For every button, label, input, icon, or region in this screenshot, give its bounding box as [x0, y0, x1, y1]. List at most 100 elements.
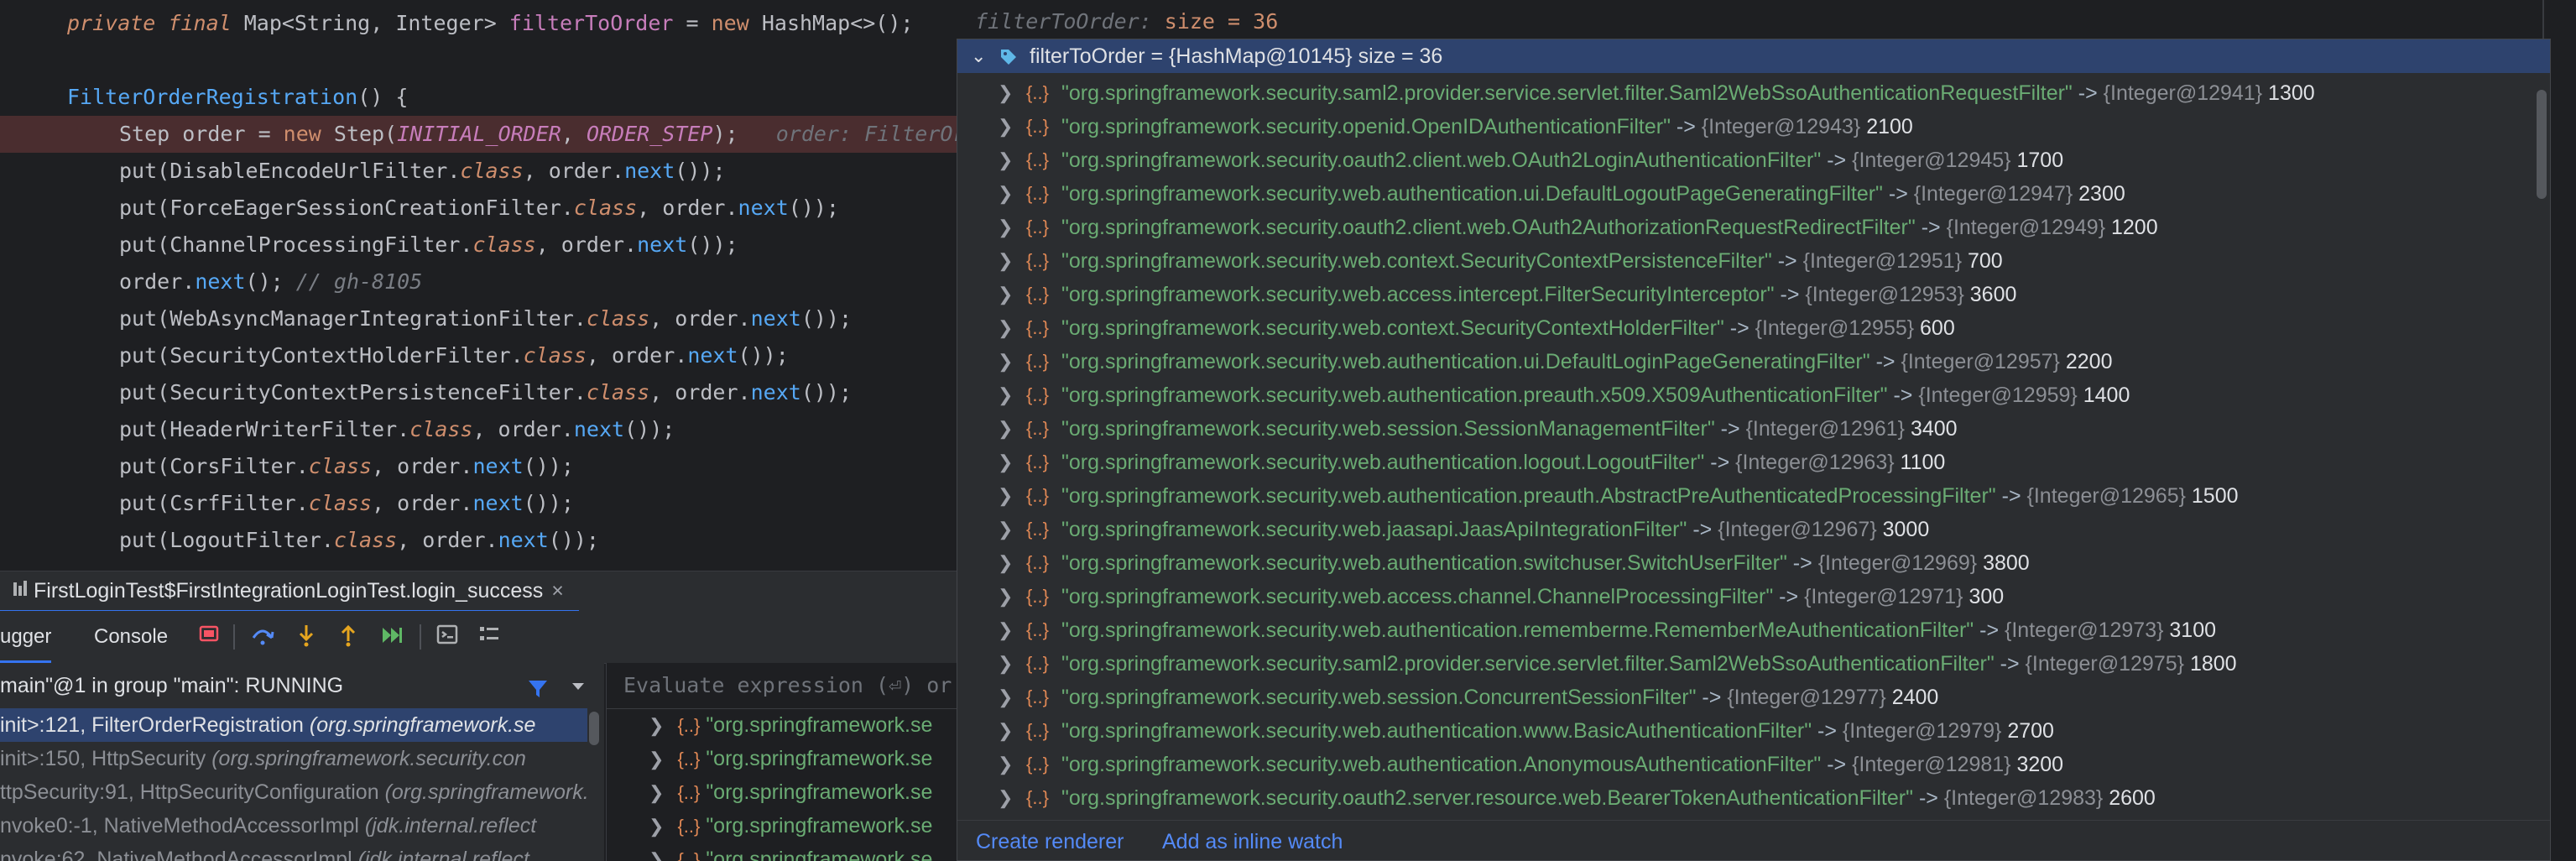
chevron-right-icon[interactable]: ❯	[998, 244, 1013, 278]
map-entry-row[interactable]: ❯ {..} "org.springframework.security.web.a…	[957, 546, 2526, 580]
map-entry-row[interactable]: ❯ {..} "org.springframework.security.oauth…	[957, 211, 2526, 244]
chevron-right-icon[interactable]: ❯	[649, 749, 664, 770]
add-inline-watch-link[interactable]: Add as inline watch	[1162, 829, 1343, 854]
chevron-right-icon[interactable]: ❯	[998, 412, 1013, 446]
frame-method: init>:121, FilterOrderRegistration	[0, 713, 310, 737]
code-line[interactable]: put(SecurityContextPersistenceFilter.cla…	[0, 374, 957, 411]
code-editor[interactable]: private final Map<String, Integer> filte…	[0, 0, 957, 571]
step-over-icon[interactable]	[248, 623, 277, 651]
evaluate-expression-icon[interactable]	[433, 623, 461, 651]
step-into-icon[interactable]	[292, 623, 321, 651]
map-entry-row[interactable]: ❯ {..} "org.springframework.security.web.a…	[957, 446, 2526, 479]
code-line[interactable]: put(DisableEncodeUrlFilter.class, order.…	[0, 153, 957, 190]
map-entry-row[interactable]: ❯ {..} "org.springframework.security.web.a…	[957, 479, 2526, 513]
map-entry-row[interactable]: ❯ {..} "org.springframework.security.web.a…	[957, 345, 2526, 378]
map-entry-row[interactable]: ❯ {..} "org.springframework.security.web.j…	[957, 513, 2526, 546]
map-entry-row[interactable]: ❯ {..} "org.springframework.security.web.a…	[957, 278, 2526, 311]
code-token: ());	[738, 343, 789, 368]
chevron-right-icon[interactable]: ❯	[998, 345, 1013, 378]
chevron-right-icon[interactable]: ❯	[998, 613, 1013, 647]
map-entry-row[interactable]: ❯ {..} "org.springframework.security.web.s…	[957, 412, 2526, 446]
variable-row[interactable]: ❯ {..} "org.springframework.se	[649, 809, 932, 843]
chevron-right-icon[interactable]: ❯	[998, 311, 1013, 345]
entry-value: 2100	[1866, 115, 1913, 138]
chevron-right-icon[interactable]: ❯	[998, 378, 1013, 412]
map-entry-row[interactable]: ❯ {..} "org.springframework.security.openi…	[957, 110, 2526, 144]
code-line[interactable]: Step order = new Step(INITIAL_ORDER, ORD…	[0, 116, 957, 153]
stack-frame[interactable]: init>:150, HttpSecurity (org.springframe…	[0, 742, 587, 775]
evaluate-expression-input[interactable]: Evaluate expression (⏎) or	[607, 663, 957, 709]
map-entry-row[interactable]: ❯ {..} "org.springframework.security.web.a…	[957, 580, 2526, 613]
step-out-icon[interactable]	[334, 623, 362, 651]
run-to-cursor-icon[interactable]	[378, 623, 406, 651]
tab-console[interactable]: Console	[94, 611, 168, 663]
stack-frame[interactable]: ttpSecurity:91, HttpSecurityConfiguratio…	[0, 775, 587, 809]
code-line[interactable]: put(CsrfFilter.class, order.next());	[0, 485, 957, 522]
chevron-right-icon[interactable]: ❯	[649, 782, 664, 803]
chevron-right-icon[interactable]: ❯	[649, 715, 664, 736]
variable-row[interactable]: ❯ {..} "org.springframework.se	[649, 742, 932, 775]
code-line[interactable]: put(SecurityContextHolderFilter.class, o…	[0, 337, 957, 374]
code-line[interactable]: put(HeaderWriterFilter.class, order.next…	[0, 411, 957, 448]
layout-icon[interactable]	[195, 623, 223, 651]
chevron-right-icon[interactable]: ❯	[649, 816, 664, 837]
code-line[interactable]: private final Map<String, Integer> filte…	[0, 5, 957, 42]
stack-frame[interactable]: nvoke:62, NativeMethodAccessorImpl (jdk.…	[0, 843, 587, 861]
scrollbar[interactable]	[589, 712, 599, 745]
list-settings-icon[interactable]	[475, 623, 503, 651]
code-line[interactable]: order.next(); // gh-8105	[0, 264, 957, 300]
map-entry-row[interactable]: ❯ {..} "org.springframework.security.web.a…	[957, 748, 2526, 781]
map-entry-row[interactable]: ❯ {..} "org.springframework.security.saml2…	[957, 76, 2526, 110]
chevron-right-icon[interactable]: ❯	[998, 546, 1013, 580]
map-entry-row[interactable]: ❯ {..} "org.springframework.security.oauth…	[957, 781, 2526, 815]
code-line[interactable]: put(CorsFilter.class, order.next());	[0, 448, 957, 485]
code-line[interactable]: put(ForceEagerSessionCreationFilter.clas…	[0, 190, 957, 227]
code-line[interactable]: put(ChannelProcessingFilter.class, order…	[0, 227, 957, 264]
chevron-right-icon[interactable]: ❯	[998, 446, 1013, 479]
code-line[interactable]: put(LogoutFilter.class, order.next());	[0, 522, 957, 559]
close-icon[interactable]: ×	[551, 579, 564, 603]
object-icon: {..}	[1026, 787, 1049, 808]
code-line[interactable]	[0, 42, 957, 79]
map-entry-row[interactable]: ❯ {..} "org.springframework.security.web.a…	[957, 378, 2526, 412]
map-entry-row[interactable]: ❯ {..} "org.springframework.security.web.a…	[957, 613, 2526, 647]
variable-row[interactable]: ❯ {..} "org.springframework.se	[649, 708, 932, 742]
map-entry-row[interactable]: ❯ {..} "org.springframework.security.saml2…	[957, 647, 2526, 681]
map-entry-row[interactable]: ❯ {..} "org.springframework.security.web.s…	[957, 681, 2526, 714]
debug-session-tab[interactable]: FirstLoginTest$FirstIntegrationLoginTest…	[0, 571, 579, 613]
entry-key: "org.springframework.security.web.authen…	[1061, 551, 1787, 575]
code-line[interactable]: put(WebAsyncManagerIntegrationFilter.cla…	[0, 300, 957, 337]
chevron-right-icon[interactable]: ❯	[998, 76, 1013, 110]
variable-row[interactable]: ❯ {..} "org.springframework.se	[649, 775, 932, 809]
chevron-right-icon[interactable]: ❯	[998, 278, 1013, 311]
map-entry-row[interactable]: ❯ {..} "org.springframework.security.web.a…	[957, 714, 2526, 748]
map-entry-row[interactable]: ❯ {..} "org.springframework.security.web.c…	[957, 311, 2526, 345]
chevron-right-icon[interactable]: ❯	[649, 849, 664, 861]
popup-root-row[interactable]: ⌄ filterToOrder = {HashMap@10145} size =…	[957, 39, 2550, 73]
scrollbar[interactable]	[2537, 90, 2547, 199]
chevron-right-icon[interactable]: ❯	[998, 479, 1013, 513]
stack-frame[interactable]: nvoke0:-1, NativeMethodAccessorImpl (jdk…	[0, 809, 587, 843]
chevron-right-icon[interactable]: ❯	[998, 647, 1013, 681]
code-line[interactable]: FilterOrderRegistration() {	[0, 79, 957, 116]
create-renderer-link[interactable]: Create renderer	[976, 829, 1124, 854]
map-entry-row[interactable]: ❯ {..} "org.springframework.security.oauth…	[957, 144, 2526, 177]
chevron-right-icon[interactable]: ❯	[998, 110, 1013, 144]
chevron-right-icon[interactable]: ❯	[998, 714, 1013, 748]
map-entry-row[interactable]: ❯ {..} "org.springframework.security.web.c…	[957, 244, 2526, 278]
map-entry-row[interactable]: ❯ {..} "org.springframework.security.web.a…	[957, 177, 2526, 211]
chevron-right-icon[interactable]: ❯	[998, 211, 1013, 244]
variable-row[interactable]: ❯ {..} "org.springframework.se	[649, 843, 932, 861]
chevron-down-icon[interactable]: ⌄	[971, 39, 986, 73]
tab-debugger[interactable]: ugger	[0, 611, 52, 663]
chevron-right-icon[interactable]: ❯	[998, 681, 1013, 714]
chevron-down-icon[interactable]	[571, 663, 586, 708]
chevron-right-icon[interactable]: ❯	[998, 144, 1013, 177]
chevron-right-icon[interactable]: ❯	[998, 781, 1013, 815]
chevron-right-icon[interactable]: ❯	[998, 177, 1013, 211]
chevron-right-icon[interactable]: ❯	[998, 513, 1013, 546]
chevron-right-icon[interactable]: ❯	[998, 748, 1013, 781]
thread-selector[interactable]: main"@1 in group "main": RUNNING	[0, 663, 604, 708]
stack-frame[interactable]: init>:121, FilterOrderRegistration (org.…	[0, 708, 587, 742]
chevron-right-icon[interactable]: ❯	[998, 580, 1013, 613]
